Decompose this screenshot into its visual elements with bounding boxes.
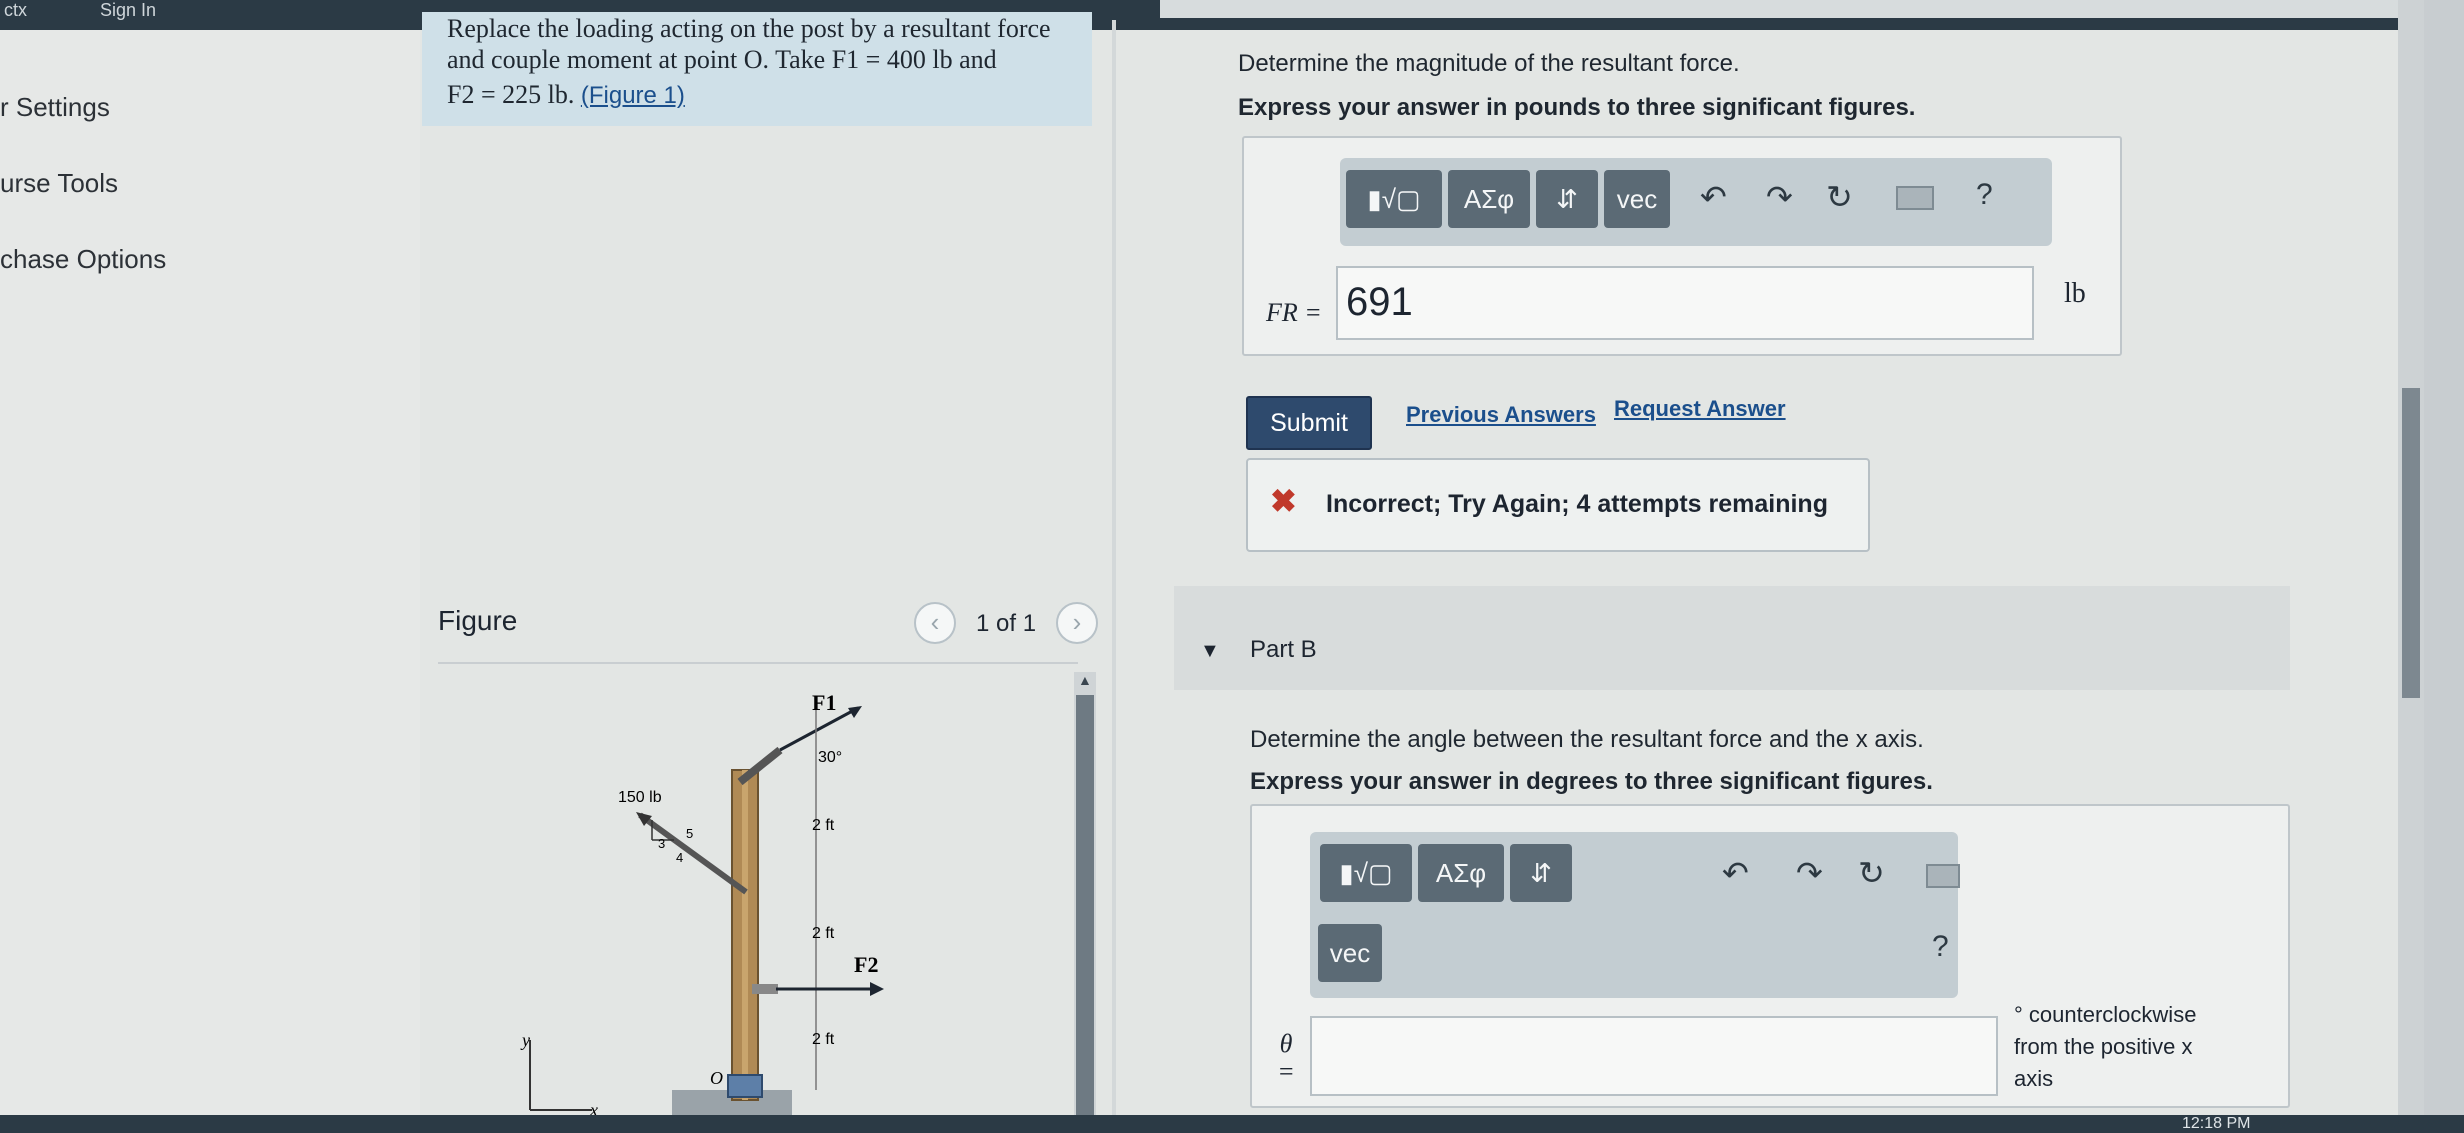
problem-text-line3: F2 = 225 lb. (Figure 1): [447, 80, 685, 110]
reset-icon-b[interactable]: ↻: [1858, 854, 1885, 892]
label-f1: F1: [812, 690, 836, 715]
label-y-axis: y: [520, 1030, 530, 1050]
submit-button[interactable]: Submit: [1246, 396, 1372, 450]
label-dim1: 2 ft: [812, 817, 835, 834]
fr-unit: lb: [2064, 278, 2086, 309]
fr-answer-value: 691: [1346, 280, 1413, 324]
figure-heading: Figure: [438, 605, 518, 636]
part-b-instruction: Express your answer in degrees to three …: [1250, 768, 1933, 795]
right-header-strip: [1160, 0, 2420, 18]
top-bracket: [737, 746, 783, 786]
vec-button[interactable]: vec: [1604, 170, 1670, 228]
greek-symbols-button-b[interactable]: ΑΣφ: [1418, 844, 1504, 902]
sign-in-link[interactable]: Sign In: [100, 0, 156, 21]
label-dim3: 2 ft: [812, 1031, 835, 1048]
theta-answer-input[interactable]: [1310, 1016, 1998, 1096]
figure-scroll-thumb[interactable]: [1076, 695, 1094, 1125]
f2-bracket: [752, 984, 778, 994]
theta-variable-label: θ =: [1277, 1029, 1295, 1086]
chevron-left-icon: ‹: [930, 607, 940, 637]
keyboard-icon-b[interactable]: [1926, 864, 1960, 888]
part-a-math-toolbar: ▮√▢ ΑΣφ ⇵ vec ↶ ↷ ↻ ?: [1340, 158, 2052, 246]
templates-button[interactable]: ▮√▢: [1346, 170, 1442, 228]
feedback-message: Incorrect; Try Again; 4 attempts remaini…: [1326, 490, 1828, 518]
fr-variable-label: FR =: [1266, 298, 1322, 327]
error-x-icon: ✖: [1270, 483, 1297, 519]
part-b-question: Determine the angle between the resultan…: [1250, 726, 1924, 753]
label-f2: F2: [854, 952, 878, 977]
part-b-math-toolbar: ▮√▢ ΑΣφ ⇵ ↶ ↷ ↻ vec ?: [1310, 832, 1960, 998]
part-a-instruction: Express your answer in pounds to three s…: [1238, 94, 1916, 121]
label-150lb: 150 lb: [618, 789, 662, 806]
greek-symbols-button[interactable]: ΑΣφ: [1448, 170, 1530, 228]
theta-unit-line2: from the positive x: [2014, 1034, 2193, 1059]
arrows-button-b[interactable]: ⇵: [1510, 844, 1572, 902]
part-b-title: Part B: [1250, 636, 1317, 663]
undo-icon[interactable]: ↶: [1700, 178, 1727, 216]
problem-text-forces: F2 = 225 lb.: [447, 80, 575, 109]
figure-diagram: F1 30° 150 lb 5 3 4 2 ft 2 ft 2 ft F2 O …: [520, 690, 884, 1120]
label-tri-3: 3: [658, 836, 665, 851]
help-button-b[interactable]: ?: [1932, 930, 1949, 964]
undo-icon-b[interactable]: ↶: [1722, 854, 1749, 892]
sidebar-item-course-tools[interactable]: urse Tools: [0, 168, 118, 199]
label-angle: 30°: [818, 749, 842, 766]
problem-text-line1: Replace the loading acting on the post b…: [447, 14, 1051, 43]
redo-icon[interactable]: ↷: [1766, 178, 1793, 216]
label-dim2: 2 ft: [812, 925, 835, 942]
taskbar: 12:18 PM: [0, 1115, 2464, 1133]
prev-figure-button[interactable]: ‹: [914, 602, 956, 644]
part-a-question: Determine the magnitude of the resultant…: [1238, 50, 1740, 77]
f2-arrowhead: [870, 982, 884, 996]
theta-unit-line3: axis: [2014, 1066, 2054, 1091]
figure-link[interactable]: (Figure 1): [581, 82, 685, 109]
redo-icon-b[interactable]: ↷: [1796, 854, 1823, 892]
figure-pager: 1 of 1: [976, 610, 1037, 637]
page-scroll-thumb[interactable]: [2402, 388, 2420, 698]
label-tri-5: 5: [686, 826, 693, 841]
request-answer-link[interactable]: Request Answer: [1614, 396, 1786, 422]
chevron-right-icon: ›: [1072, 607, 1082, 637]
reset-icon[interactable]: ↻: [1826, 178, 1853, 216]
fr-answer-input[interactable]: 691: [1336, 266, 2034, 340]
templates-button-b[interactable]: ▮√▢: [1320, 844, 1412, 902]
help-button[interactable]: ?: [1976, 178, 1993, 212]
tab-label[interactable]: ctx: [4, 0, 27, 21]
part-b-header[interactable]: [1174, 586, 2290, 690]
window-edge: [2424, 0, 2464, 1133]
support-pin: [727, 1074, 763, 1098]
scroll-up-icon[interactable]: ▲: [1078, 672, 1092, 688]
sidebar-item-settings[interactable]: r Settings: [0, 92, 110, 123]
figure-divider: [438, 662, 1078, 664]
label-tri-4: 4: [676, 850, 683, 865]
problem-text-line2: and couple moment at point O. Take F1 = …: [447, 45, 997, 74]
feedback-box: ✖ Incorrect; Try Again; 4 attempts remai…: [1246, 458, 1870, 552]
column-divider: [1112, 20, 1116, 1133]
keyboard-icon[interactable]: [1896, 186, 1934, 210]
arrows-button[interactable]: ⇵: [1536, 170, 1598, 228]
next-figure-button[interactable]: ›: [1056, 602, 1098, 644]
taskbar-clock: 12:18 PM: [2182, 1115, 2251, 1132]
vec-button-b[interactable]: vec: [1318, 924, 1382, 982]
label-origin: O: [710, 1068, 723, 1088]
previous-answers-link[interactable]: Previous Answers: [1406, 402, 1596, 428]
post-highlight: [742, 770, 748, 1100]
sidebar-item-purchase-options[interactable]: chase Options: [0, 244, 166, 275]
theta-unit-line1: ° counterclockwise: [2014, 1002, 2197, 1027]
collapse-triangle-icon[interactable]: ▼: [1200, 640, 1220, 663]
